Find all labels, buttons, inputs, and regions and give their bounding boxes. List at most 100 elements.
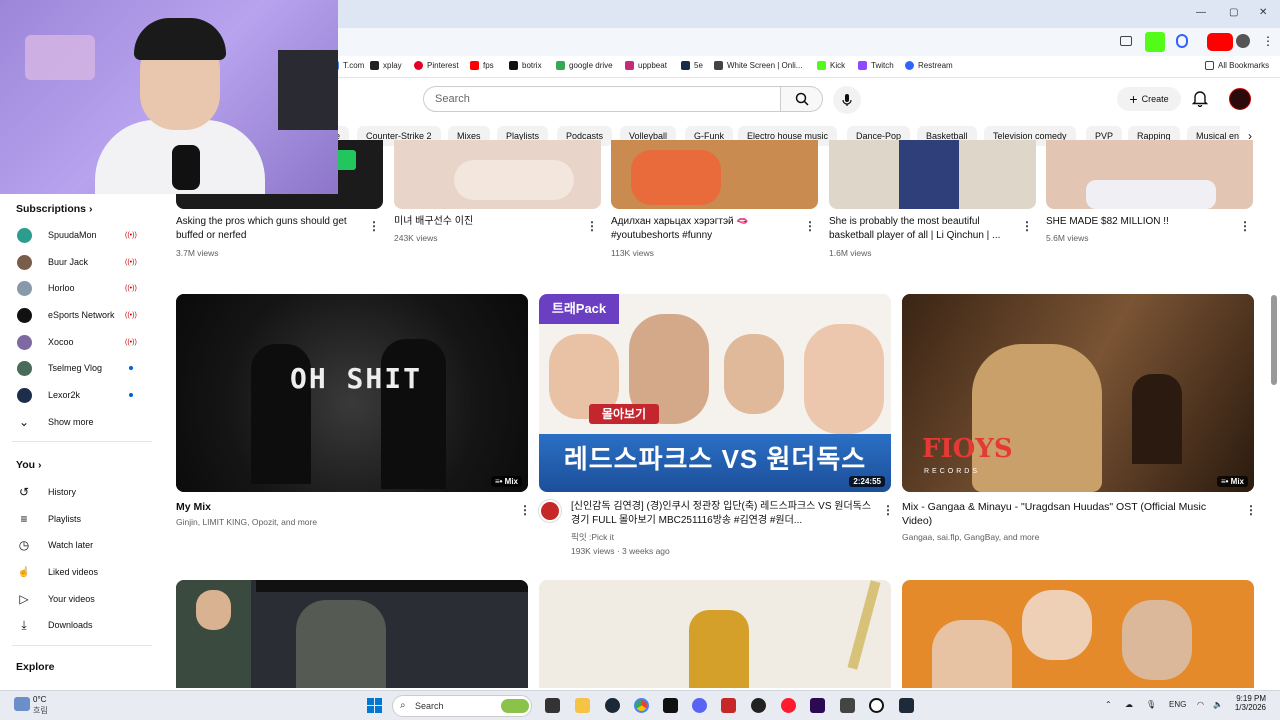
app-icon[interactable] <box>721 698 736 713</box>
bookmark-item[interactable]: Twitch <box>858 61 894 70</box>
channel-name[interactable]: 픽잇 :Pick it <box>571 530 614 544</box>
video-thumbnail[interactable] <box>902 580 1254 688</box>
thumbnail-hud <box>256 580 528 592</box>
minimize-icon[interactable]: — <box>1196 7 1206 18</box>
short-thumbnail[interactable] <box>829 140 1036 209</box>
you-heading[interactable]: You › <box>16 459 41 471</box>
video-title[interactable]: My Mix <box>176 500 506 514</box>
video-thumbnail[interactable]: FIOYS RECORDS ≡• Mix <box>902 294 1254 492</box>
all-bookmarks[interactable]: All Bookmarks <box>1205 61 1269 70</box>
channel-avatar[interactable] <box>539 500 561 522</box>
app-icon[interactable] <box>663 698 678 713</box>
bookmark-item[interactable]: 5e <box>681 61 703 70</box>
menu-kebab-icon[interactable]: ⋮ <box>1262 34 1274 48</box>
notifications-button[interactable] <box>1191 89 1209 112</box>
close-icon[interactable]: ✕ <box>1259 7 1267 18</box>
profile-icon[interactable] <box>1236 34 1250 48</box>
bookmark-item[interactable]: botrix <box>509 61 542 70</box>
obs-icon[interactable] <box>751 698 766 713</box>
short-title[interactable]: 미녀 배구선수 이진 <box>394 215 579 229</box>
task-view-icon[interactable] <box>545 698 560 713</box>
app-icon[interactable] <box>840 698 855 713</box>
extension-icon[interactable] <box>1176 34 1188 48</box>
taskbar-search[interactable]: ⌕ Search <box>392 695 532 717</box>
bookmark-item[interactable]: xplay <box>370 61 402 70</box>
chevron-right-icon: › <box>88 203 93 215</box>
video-title[interactable]: Mix - Gangaa & Minayu - "Uragdsan Huudas… <box>902 500 1232 528</box>
video-thumbnail[interactable]: 트래Pack 몰아보기 레드스파크스 VS 원더독스 2:24:55 <box>539 294 891 492</box>
page-scrollbar[interactable] <box>1271 295 1277 385</box>
search-input[interactable]: Search <box>423 86 781 112</box>
short-views: 3.7M views <box>176 248 219 258</box>
short-thumbnail[interactable] <box>1046 140 1253 209</box>
sidebar-item-history[interactable]: ↺ History <box>0 479 150 505</box>
short-title[interactable]: Asking the pros which guns should get bu… <box>176 215 361 243</box>
language-indicator[interactable]: ENG <box>1169 700 1186 709</box>
short-title[interactable]: Адилхан харьцах хэрэгтэй 🫦 #youtubeshort… <box>611 215 796 243</box>
subscription-item[interactable]: Buur Jack ((•)) <box>0 249 150 275</box>
short-thumbnail[interactable] <box>611 140 818 209</box>
chrome-icon[interactable] <box>634 698 649 713</box>
discord-icon[interactable] <box>692 698 707 713</box>
onedrive-icon[interactable]: ☁ <box>1125 700 1133 709</box>
show-more-button[interactable]: ⌄ Show more <box>0 409 150 435</box>
maximize-icon[interactable]: ▢ <box>1229 7 1238 18</box>
sidebar-item-downloads[interactable]: ⤓ Downloads <box>0 612 150 638</box>
video-title[interactable]: [신인감독 김연경] (경)인쿠시 정관장 입단(축) 레드스파크스 VS 원더… <box>571 500 876 528</box>
chevron-up-icon[interactable]: ⌃ <box>1105 700 1112 709</box>
subscription-item[interactable]: eSports Network ((•)) <box>0 302 150 328</box>
opera-icon[interactable] <box>781 698 796 713</box>
cast-icon[interactable] <box>1120 36 1132 46</box>
more-options-icon[interactable]: ⋮ <box>586 219 598 233</box>
video-thumbnail[interactable]: OH SHIT ≡• Mix <box>176 294 528 492</box>
voice-search-button[interactable] <box>833 86 861 114</box>
more-options-icon[interactable]: ⋮ <box>1245 503 1257 517</box>
more-options-icon[interactable]: ⋮ <box>804 219 816 233</box>
kick-extension-icon[interactable] <box>1145 32 1165 52</box>
subscription-item[interactable]: Lexor2k <box>0 382 150 408</box>
more-options-icon[interactable]: ⋮ <box>1239 219 1251 233</box>
chatgpt-icon[interactable] <box>869 698 884 713</box>
account-avatar[interactable] <box>1229 88 1251 110</box>
bookmark-item[interactable]: Kick <box>817 61 845 70</box>
bookmark-item[interactable]: uppbeat <box>625 61 667 70</box>
clock[interactable]: 9:19 PM 1/3/2026 <box>1234 694 1266 712</box>
more-options-icon[interactable]: ⋮ <box>882 503 894 517</box>
short-views: 5.6M views <box>1046 233 1089 243</box>
more-options-icon[interactable]: ⋮ <box>368 219 380 233</box>
sidebar-item-watch-later[interactable]: ◷ Watch later <box>0 532 150 558</box>
bookmark-item[interactable]: White Screen | Onli... <box>714 61 802 70</box>
sidebar-item-playlists[interactable]: ≡ Playlists <box>0 506 150 532</box>
subscription-item[interactable]: Horloo ((•)) <box>0 275 150 301</box>
app-icon[interactable] <box>899 698 914 713</box>
wifi-icon[interactable]: ◠ <box>1197 700 1204 709</box>
short-title[interactable]: SHE MADE $82 MILLION !! <box>1046 215 1231 229</box>
video-thumbnail[interactable] <box>539 580 891 688</box>
file-explorer-icon[interactable] <box>575 698 590 713</box>
youtube-extension-icon[interactable] <box>1207 33 1233 51</box>
weather-icon[interactable] <box>14 697 30 711</box>
short-thumbnail[interactable] <box>394 140 601 209</box>
volume-icon[interactable]: 🔈 <box>1213 700 1223 709</box>
steam-icon[interactable] <box>605 698 620 713</box>
more-options-icon[interactable]: ⋮ <box>1021 219 1033 233</box>
bookmark-item[interactable]: fps <box>470 61 494 70</box>
bookmark-item[interactable]: Pinterest <box>414 61 459 70</box>
search-button[interactable] <box>781 86 823 112</box>
short-views: 1.6M views <box>829 248 872 258</box>
bookmark-item[interactable]: google drive <box>556 61 613 70</box>
subscription-item[interactable]: Tselmeg Vlog <box>0 355 150 381</box>
premiere-icon[interactable] <box>810 698 825 713</box>
sidebar-item-your-videos[interactable]: ▷ Your videos <box>0 586 150 612</box>
microphone-icon[interactable]: 🎙 <box>1146 700 1156 709</box>
subscriptions-heading[interactable]: Subscriptions › <box>16 203 92 215</box>
video-thumbnail[interactable] <box>176 580 528 688</box>
subscription-item[interactable]: SpuudaMon ((•)) <box>0 222 150 248</box>
short-title[interactable]: She is probably the most beautiful baske… <box>829 215 1014 243</box>
bookmark-item[interactable]: Restream <box>905 61 953 70</box>
create-button[interactable]: + Create <box>1117 87 1181 111</box>
windows-start-icon[interactable] <box>367 698 382 718</box>
subscription-item[interactable]: Xocoo ((•)) <box>0 329 150 355</box>
more-options-icon[interactable]: ⋮ <box>519 503 531 517</box>
sidebar-item-liked-videos[interactable]: ☝ Liked videos <box>0 559 150 585</box>
